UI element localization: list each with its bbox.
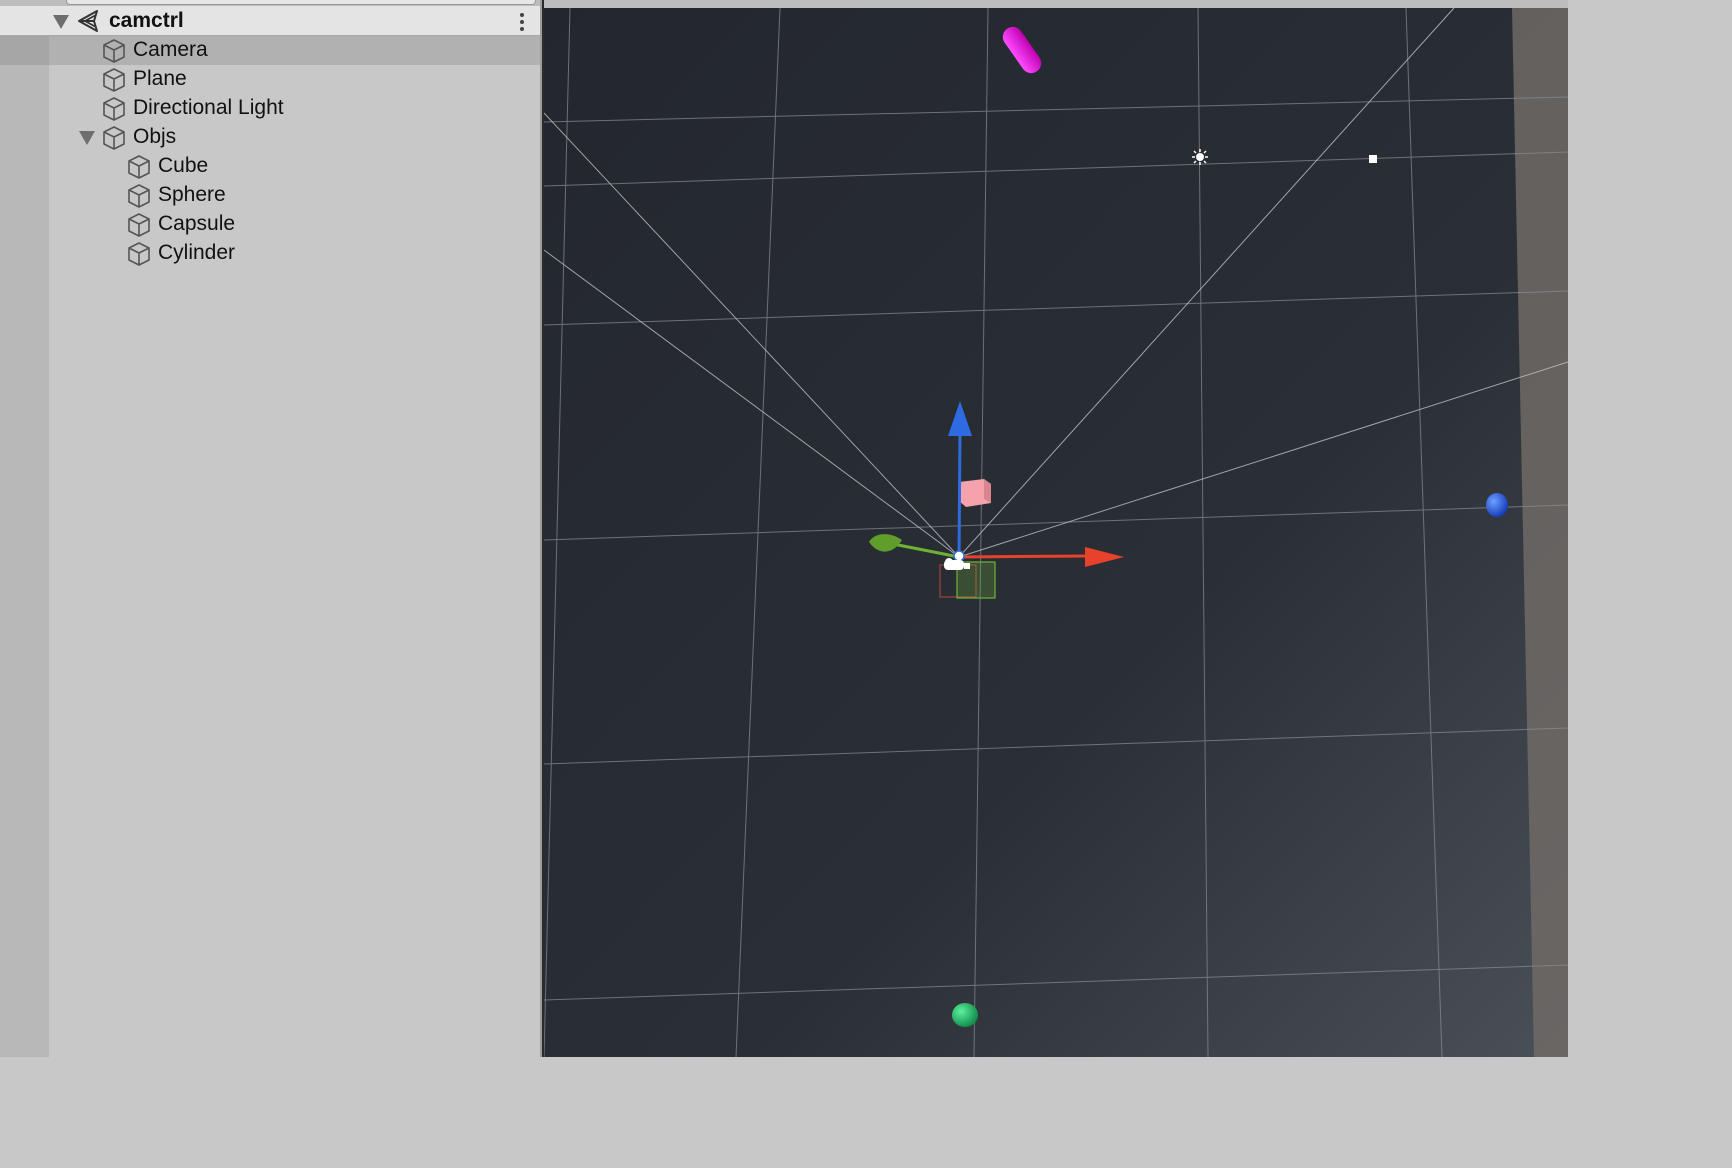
scene-view[interactable] bbox=[544, 0, 1568, 1057]
hierarchy-item-label: Camera bbox=[133, 38, 208, 61]
scene-header-row[interactable]: camctrl bbox=[0, 6, 540, 36]
gameobject-cube-icon bbox=[103, 126, 125, 150]
gameobject-cube-icon bbox=[103, 68, 125, 92]
expand-arrow-icon[interactable] bbox=[79, 131, 95, 145]
gameobject-cube-icon bbox=[103, 39, 125, 63]
expand-arrow-icon[interactable] bbox=[53, 15, 69, 29]
green-sphere-object[interactable] bbox=[952, 1003, 978, 1027]
blue-sphere-object[interactable] bbox=[1486, 493, 1508, 517]
hierarchy-item-plane[interactable]: Plane bbox=[0, 65, 540, 94]
gizmo-center bbox=[953, 550, 965, 562]
hierarchy-item-label: Directional Light bbox=[133, 96, 284, 119]
hierarchy-panel: camctrl Camera Plane Directional Light O… bbox=[0, 0, 540, 1057]
gameobject-cube-icon bbox=[128, 242, 150, 266]
hierarchy-item-capsule[interactable]: Capsule bbox=[0, 210, 540, 239]
hierarchy-item-camera[interactable]: Camera bbox=[0, 36, 540, 65]
gameobject-cube-icon bbox=[128, 213, 150, 237]
gizmo-x-axis-line bbox=[958, 554, 1090, 559]
hierarchy-item-cube[interactable]: Cube bbox=[0, 152, 540, 181]
gameobject-cube-icon bbox=[128, 155, 150, 179]
hierarchy-item-label: Capsule bbox=[158, 212, 236, 235]
gizmo-z-axis-line bbox=[957, 429, 962, 558]
scene-viewport[interactable] bbox=[544, 0, 1568, 1057]
hierarchy-search-field[interactable] bbox=[66, 0, 536, 5]
cube-object[interactable] bbox=[959, 479, 991, 507]
hierarchy-item-label: Plane bbox=[133, 67, 187, 90]
hierarchy-item-label: Cube bbox=[158, 154, 209, 177]
scene-toolbar-strip bbox=[544, 0, 1568, 8]
hierarchy-item-cylinder[interactable]: Cylinder bbox=[0, 239, 540, 268]
hierarchy-item-label: Cylinder bbox=[158, 241, 236, 264]
unity-scene-icon bbox=[78, 10, 98, 32]
hierarchy-item-directional-light[interactable]: Directional Light bbox=[0, 94, 540, 123]
hierarchy-item-objs[interactable]: Objs bbox=[0, 123, 540, 152]
gameobject-cube-icon bbox=[128, 184, 150, 208]
sun-icon[interactable] bbox=[1192, 149, 1208, 165]
scene-name: camctrl bbox=[109, 9, 184, 32]
kebab-menu-icon[interactable] bbox=[520, 13, 524, 31]
hierarchy-item-label: Sphere bbox=[158, 183, 226, 206]
light-handle[interactable] bbox=[1369, 155, 1377, 163]
hierarchy-item-label: Objs bbox=[133, 125, 177, 148]
gameobject-cube-icon bbox=[103, 97, 125, 121]
floor-plane bbox=[544, 0, 1568, 1057]
hierarchy-item-sphere[interactable]: Sphere bbox=[0, 181, 540, 210]
